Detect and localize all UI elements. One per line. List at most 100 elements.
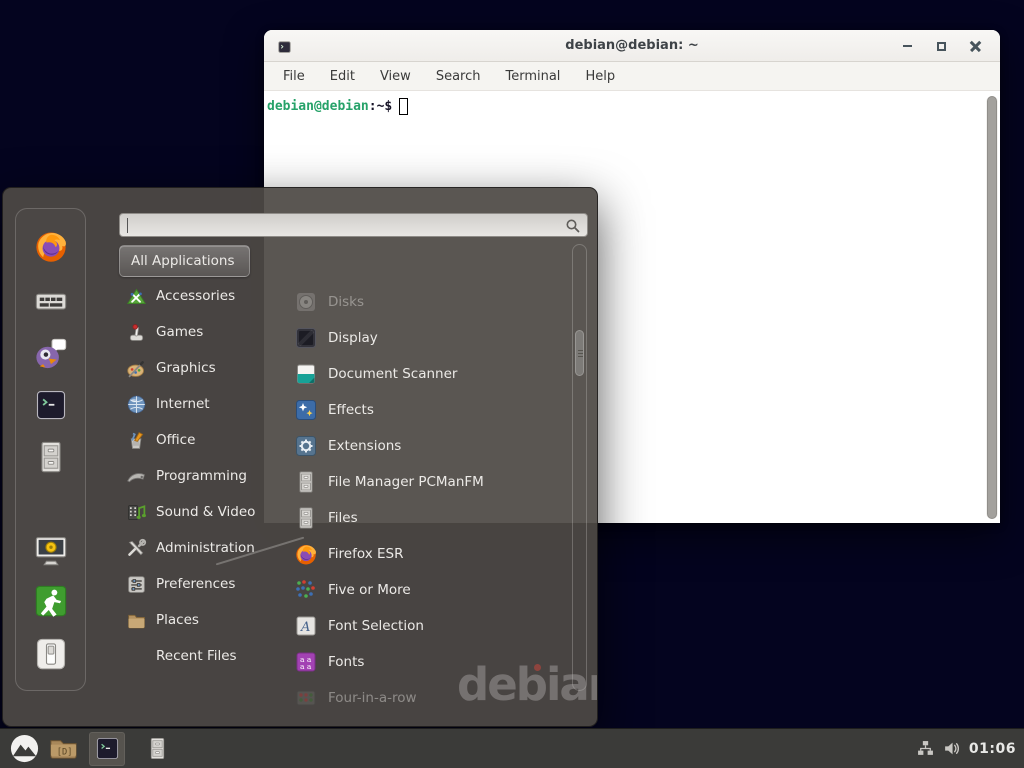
system-tray: 01:06 xyxy=(917,740,1024,757)
app-extensions[interactable]: Extensions xyxy=(287,430,569,462)
taskbar-file-manager-button[interactable] xyxy=(139,732,175,766)
favorite-file-manager[interactable] xyxy=(33,439,69,475)
category-preferences[interactable]: Preferences xyxy=(119,568,271,600)
category-graphics[interactable]: Graphics xyxy=(119,352,271,384)
category-label: Places xyxy=(156,612,199,628)
category-label: Accessories xyxy=(156,288,235,304)
firefox-icon xyxy=(33,228,69,264)
disks-icon xyxy=(294,290,318,314)
category-label: All Applications xyxy=(131,253,235,269)
app-label: GDebi Package Installer xyxy=(328,726,489,727)
menu-terminal[interactable]: Terminal xyxy=(505,69,560,84)
menu-view[interactable]: View xyxy=(380,69,411,84)
category-label: Administration xyxy=(156,540,255,556)
app-font-selection[interactable]: A Font Selection xyxy=(287,610,569,642)
five-or-more-icon xyxy=(294,578,318,602)
minimize-icon xyxy=(903,45,912,48)
close-button[interactable] xyxy=(960,30,990,62)
favorite-terminal[interactable] xyxy=(33,387,69,423)
application-menu: debian xyxy=(2,187,598,727)
effects-icon xyxy=(294,398,318,422)
menu-file[interactable]: File xyxy=(283,69,305,84)
app-five-or-more[interactable]: Five or More xyxy=(287,574,569,606)
favorite-shutdown[interactable] xyxy=(33,636,69,672)
category-internet[interactable]: Internet xyxy=(119,388,271,420)
favorite-control-center[interactable] xyxy=(33,283,69,319)
app-files[interactable]: Files xyxy=(287,502,569,534)
keyboard-icon xyxy=(33,283,69,319)
font-selection-icon: A xyxy=(294,614,318,638)
firefox-icon xyxy=(294,542,318,566)
maximize-button[interactable] xyxy=(926,30,956,62)
favorite-logout[interactable] xyxy=(33,583,69,619)
scrollbar-grip xyxy=(578,350,583,351)
menu-help[interactable]: Help xyxy=(585,69,615,84)
gdebi-package-icon xyxy=(294,722,318,727)
category-label: Preferences xyxy=(156,576,235,592)
app-file-manager-pcmanfm[interactable]: File Manager PCManFM xyxy=(287,466,569,498)
sound-video-icon xyxy=(126,502,147,523)
menu-search[interactable]: Search xyxy=(436,69,481,84)
apps-scrollbar-thumb[interactable] xyxy=(575,330,584,376)
terminal-scrollbar-thumb[interactable] xyxy=(987,96,997,519)
desktop: debian@debian: ~ File Edit View Search T… xyxy=(0,0,1024,768)
category-administration[interactable]: Administration xyxy=(119,532,271,564)
category-games[interactable]: Games xyxy=(119,316,271,348)
taskbar-desktop-folder-button[interactable]: [D] xyxy=(43,732,83,766)
search-icon xyxy=(565,218,581,234)
document-scanner-icon xyxy=(294,362,318,386)
prompt-path: :~$ xyxy=(369,99,392,114)
terminal-icon xyxy=(33,387,69,423)
app-effects[interactable]: Effects xyxy=(287,394,569,426)
category-label: Sound & Video xyxy=(156,504,255,520)
terminal-scrollbar[interactable] xyxy=(986,96,998,519)
app-four-in-a-row[interactable]: Four-in-a-row xyxy=(287,682,569,714)
pidgin-icon xyxy=(33,336,69,372)
category-places[interactable]: Places xyxy=(119,604,271,636)
app-label: Files xyxy=(328,510,358,526)
volume-icon[interactable] xyxy=(943,740,960,757)
favorite-pidgin[interactable] xyxy=(33,336,69,372)
taskbar-terminal-button-active[interactable] xyxy=(89,732,125,766)
programming-icon xyxy=(126,466,147,487)
menu-edit[interactable]: Edit xyxy=(330,69,355,84)
places-folder-icon xyxy=(126,610,147,631)
terminal-titlebar[interactable]: debian@debian: ~ xyxy=(264,30,1000,62)
app-fonts[interactable]: a aa a Fonts xyxy=(287,646,569,678)
games-icon xyxy=(126,322,147,343)
search-input[interactable] xyxy=(128,215,561,235)
category-office[interactable]: Office xyxy=(119,424,271,456)
network-icon[interactable] xyxy=(917,740,934,757)
minimize-button[interactable] xyxy=(892,30,922,62)
taskbar-clock[interactable]: 01:06 xyxy=(969,741,1016,757)
app-document-scanner[interactable]: Document Scanner xyxy=(287,358,569,390)
app-display[interactable]: Display xyxy=(287,322,569,354)
app-label: Firefox ESR xyxy=(328,546,403,562)
internet-globe-icon xyxy=(126,394,147,415)
applications-list: Disks Display Document Scanner Effects E… xyxy=(287,234,569,704)
favorite-firefox[interactable] xyxy=(33,228,69,264)
file-cabinet-icon xyxy=(294,506,318,530)
desktop-folder-icon: [D] xyxy=(48,733,79,764)
category-label: Games xyxy=(156,324,203,340)
file-cabinet-icon xyxy=(33,439,69,475)
category-sound-video[interactable]: Sound & Video xyxy=(119,496,271,528)
favorite-lock-screen[interactable] xyxy=(33,532,69,568)
terminal-cursor xyxy=(399,98,408,115)
app-label: Five or More xyxy=(328,582,411,598)
category-recent-files[interactable]: Recent Files xyxy=(119,640,271,672)
category-programming[interactable]: Programming xyxy=(119,460,271,492)
apps-scrollbar[interactable] xyxy=(572,244,587,691)
category-accessories[interactable]: Accessories xyxy=(119,280,271,312)
app-disks[interactable]: Disks xyxy=(287,286,569,318)
file-cabinet-icon xyxy=(145,736,170,761)
app-label: Fonts xyxy=(328,654,364,670)
category-all-applications[interactable]: All Applications xyxy=(119,245,250,277)
app-gdebi-package-installer[interactable]: GDebi Package Installer xyxy=(287,718,569,727)
logout-icon xyxy=(33,583,69,619)
app-firefox-esr[interactable]: Firefox ESR xyxy=(287,538,569,570)
app-label: Font Selection xyxy=(328,618,424,634)
taskbar-menu-button[interactable] xyxy=(5,732,43,766)
category-label: Graphics xyxy=(156,360,216,376)
app-label: Extensions xyxy=(328,438,401,454)
